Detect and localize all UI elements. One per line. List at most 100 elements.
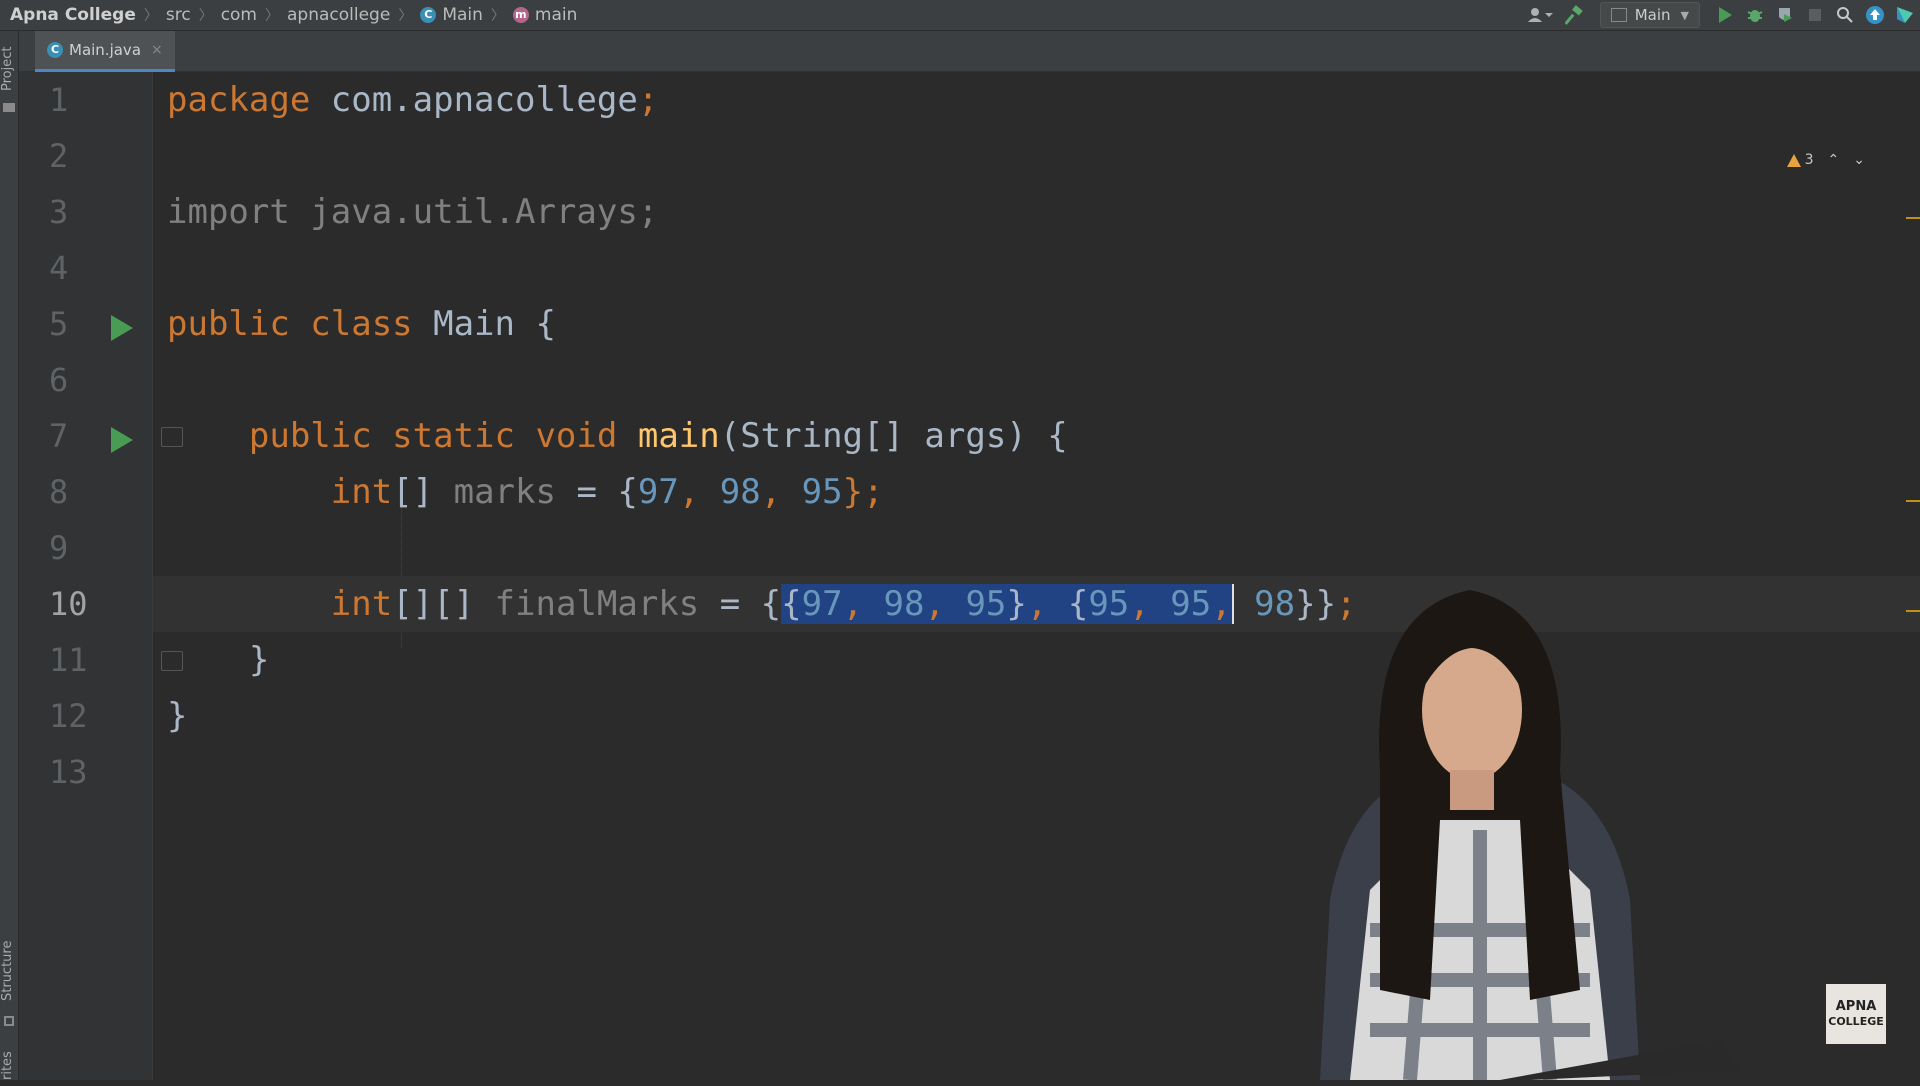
chevron-up-icon[interactable]: ⌃ <box>1828 152 1840 168</box>
breadcrumb-src[interactable]: src <box>166 5 191 25</box>
coverage-icon[interactable] <box>1770 0 1800 30</box>
code-token: , <box>924 584 966 624</box>
line-number-current: 10 <box>49 585 88 623</box>
line-number: 7 <box>49 417 69 455</box>
plugin-icon[interactable] <box>1890 0 1920 30</box>
code-token: }; <box>842 472 884 512</box>
code-token: 95 <box>965 584 1007 624</box>
breadcrumb-project[interactable]: Apna College <box>10 5 136 25</box>
code-token: Main { <box>412 304 556 344</box>
logo-line-2: COLLEGE <box>1828 1015 1884 1028</box>
line-number: 5 <box>49 305 69 343</box>
text-selection: {97, 98, 95}, {95, 95, <box>781 584 1232 624</box>
run-class-icon[interactable] <box>111 315 133 341</box>
debug-icon[interactable] <box>1740 0 1770 30</box>
breadcrumb-apnacollege[interactable]: apnacollege <box>287 5 390 25</box>
editor-gutter: 1 2 3 4 5 6 7 8 9 10 11 12 13 <box>19 72 183 1080</box>
close-icon[interactable]: × <box>151 42 163 58</box>
code-token: int <box>330 584 393 624</box>
logo-line-1: APNA <box>1835 999 1877 1014</box>
warning-icon <box>1786 153 1801 167</box>
tab-label: Main.java <box>69 41 142 59</box>
folder-icon <box>3 103 15 112</box>
chevron-right-icon: 〉 <box>490 8 505 24</box>
line-number: 8 <box>49 473 69 511</box>
code-token: 95 <box>1088 584 1130 624</box>
code-token: [] <box>392 472 454 512</box>
code-token: { <box>781 584 802 624</box>
code-token: ; <box>637 80 659 120</box>
warnings-count: 3 <box>1804 152 1814 168</box>
code-token: 97 <box>637 472 679 512</box>
code-token: , <box>1129 584 1171 624</box>
left-tool-strip: Project Structure rites <box>0 31 19 1080</box>
navigation-bar: Apna College 〉 src 〉 com 〉 apnacollege 〉… <box>0 0 1920 31</box>
chevron-right-icon: 〉 <box>265 8 279 24</box>
class-icon: C <box>420 7 437 23</box>
code-token: , <box>760 472 802 512</box>
favorites-tool-tab[interactable]: rites <box>0 1046 18 1086</box>
line-number: 3 <box>49 193 69 231</box>
code-token: public static void <box>248 416 618 456</box>
code-token: int <box>330 472 393 512</box>
chevron-right-icon: 〉 <box>198 8 213 24</box>
update-icon[interactable] <box>1860 0 1890 30</box>
code-token: package <box>167 80 311 120</box>
code-token: main <box>637 416 720 456</box>
chevron-down-icon[interactable]: ⌄ <box>1853 152 1865 168</box>
line-number: 2 <box>49 137 69 175</box>
chevron-down-icon: ▼ <box>1680 8 1689 22</box>
run-configuration-select[interactable]: Main ▼ <box>1599 2 1700 28</box>
method-icon: m <box>512 7 529 23</box>
breadcrumb-main-method[interactable]: m main <box>512 5 578 25</box>
config-icon <box>1610 8 1627 22</box>
code-line: int[] marks = {97, 98, 95}; <box>167 464 884 520</box>
code-token: , <box>842 584 884 624</box>
stop-icon[interactable] <box>1800 0 1830 30</box>
run-main-icon[interactable] <box>111 427 133 453</box>
line-number: 12 <box>49 697 88 735</box>
breadcrumb: Apna College 〉 src 〉 com 〉 apnacollege 〉… <box>0 5 577 25</box>
structure-tool-tab[interactable]: Structure <box>0 931 18 1011</box>
breadcrumb-com[interactable]: com <box>221 5 257 25</box>
java-class-icon: C <box>47 42 63 58</box>
hammer-icon[interactable] <box>1560 0 1590 30</box>
code-token: 98 <box>883 584 925 624</box>
presenter-video-overlay <box>1200 570 1760 1081</box>
line-number: 4 <box>49 249 69 287</box>
project-tool-tab[interactable]: Project <box>0 39 18 99</box>
breadcrumb-main-class-label: Main <box>442 5 483 25</box>
user-icon[interactable] <box>1520 0 1560 30</box>
breadcrumb-main-class[interactable]: C Main <box>420 5 483 25</box>
structure-icon <box>4 1016 14 1026</box>
code-token: finalMarks <box>494 584 700 624</box>
code-token: = { <box>555 472 638 512</box>
apna-college-logo: APNA COLLEGE <box>1826 984 1886 1044</box>
chevron-right-icon: 〉 <box>143 8 158 24</box>
code-line: import java.util.Arrays; <box>167 192 659 232</box>
breadcrumb-main-method-label: main <box>534 5 578 25</box>
code-line: package com.apnacollege; <box>167 72 658 128</box>
line-number: 11 <box>49 641 88 679</box>
code-token: [][] <box>392 584 495 624</box>
code-token: 95 <box>801 472 843 512</box>
code-token: com.apnacollege <box>310 80 638 120</box>
code-token: = { <box>699 584 782 624</box>
code-token: (String[] args) { <box>719 416 1068 456</box>
code-token: , <box>1026 584 1068 624</box>
code-token: } <box>1006 584 1027 624</box>
tab-main-java[interactable]: C Main.java × <box>35 31 175 72</box>
editor-tab-bar: C Main.java × <box>19 31 1920 72</box>
code-token: 97 <box>801 584 843 624</box>
code-token: { <box>1067 584 1089 624</box>
search-icon[interactable] <box>1830 0 1860 30</box>
chevron-right-icon: 〉 <box>398 8 413 24</box>
code-token: 98 <box>719 472 761 512</box>
code-token: } <box>248 640 270 680</box>
line-number: 6 <box>49 361 69 399</box>
warning-marker[interactable] <box>1906 217 1920 219</box>
warning-marker[interactable] <box>1906 610 1920 612</box>
run-icon[interactable] <box>1710 0 1740 30</box>
warning-marker[interactable] <box>1906 500 1920 502</box>
warnings-indicator[interactable]: 3 ⌃ ⌄ <box>1786 152 1865 168</box>
